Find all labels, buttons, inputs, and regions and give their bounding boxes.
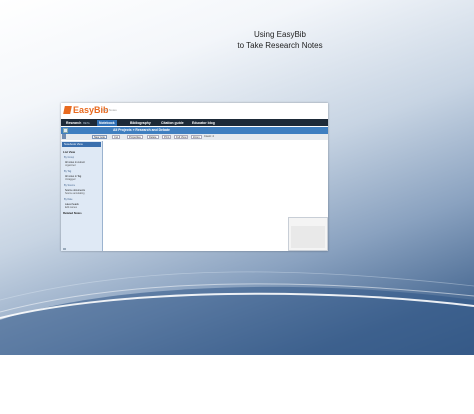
main-nav: Research BETA Notebook Bibliography Citat… <box>61 119 328 126</box>
tab-research-label: Research <box>66 121 82 125</box>
easybib-screenshot: EasyBib Your Notes Research BETA Notebook… <box>61 103 328 251</box>
sidebar-related-notes[interactable]: Related Notes <box>63 211 82 215</box>
sidebar-item[interactable]: Source annotating <box>65 192 84 195</box>
overview-panel <box>288 217 328 251</box>
easybib-logo-icon <box>63 106 72 114</box>
print-button[interactable]: Print <box>162 135 172 139</box>
new-note-button[interactable]: New note <box>92 135 107 139</box>
notebook-icon[interactable] <box>63 128 68 133</box>
slide-title-line1: Using EasyBib <box>253 30 307 39</box>
zoom-button[interactable]: Zoom <box>191 135 202 139</box>
slide-title: Using EasyBib to Take Research Notes <box>200 29 360 51</box>
tab-educator-blog[interactable]: Educator blog <box>190 120 217 126</box>
properties-button[interactable]: Properties <box>127 135 143 139</box>
sidebar-item[interactable]: organized <box>65 164 76 167</box>
delete-button[interactable]: Delete <box>147 135 159 139</box>
logo-bar: EasyBib Your Notes <box>61 103 328 118</box>
tab-bibliography[interactable]: Bibliography <box>128 120 153 126</box>
full-view-button[interactable]: Full View <box>174 135 189 139</box>
tab-research[interactable]: Research BETA <box>64 120 92 126</box>
sidebar-group-by-group[interactable]: By Group <box>64 156 74 159</box>
sidebar-item[interactable]: Edit names <box>65 206 77 209</box>
cut-button[interactable]: Cut <box>112 135 121 139</box>
toolbar: New note Cut Properties Delete Print Ful… <box>61 134 328 140</box>
sidebar-list-view[interactable]: List View <box>63 150 75 154</box>
sidebar-toggle-button[interactable] <box>62 134 66 139</box>
sidebar-group-by-source[interactable]: By Source <box>64 184 75 187</box>
project-bar: All Projects » Research and Debate <box>61 127 328 134</box>
slide-title-line2: to Take Research Notes <box>237 41 323 50</box>
sidebar-group-by-date[interactable]: By Date <box>64 198 73 201</box>
tab-citation-guide[interactable]: Citation guide <box>159 120 186 126</box>
sidebar-header[interactable]: Notebook View <box>62 142 101 147</box>
sidebar-item[interactable]: Untagged <box>65 178 75 181</box>
project-title: All Projects » Research and Debate <box>113 128 170 132</box>
overview-viewport[interactable] <box>291 226 325 248</box>
presentation-slide: Using EasyBib to Take Research Notes Eas… <box>0 0 474 355</box>
tab-notebook[interactable]: Notebook <box>97 120 117 126</box>
sidebar-group-by-tag[interactable]: By Tag <box>64 170 71 173</box>
sidebar-resize-handle[interactable] <box>63 248 66 250</box>
beta-badge: BETA <box>83 122 90 125</box>
sidebar: Notebook View List View By Group All not… <box>61 141 103 251</box>
note-count: Count: 4 <box>204 135 214 138</box>
logo-subtitle: Your Notes <box>102 108 117 112</box>
